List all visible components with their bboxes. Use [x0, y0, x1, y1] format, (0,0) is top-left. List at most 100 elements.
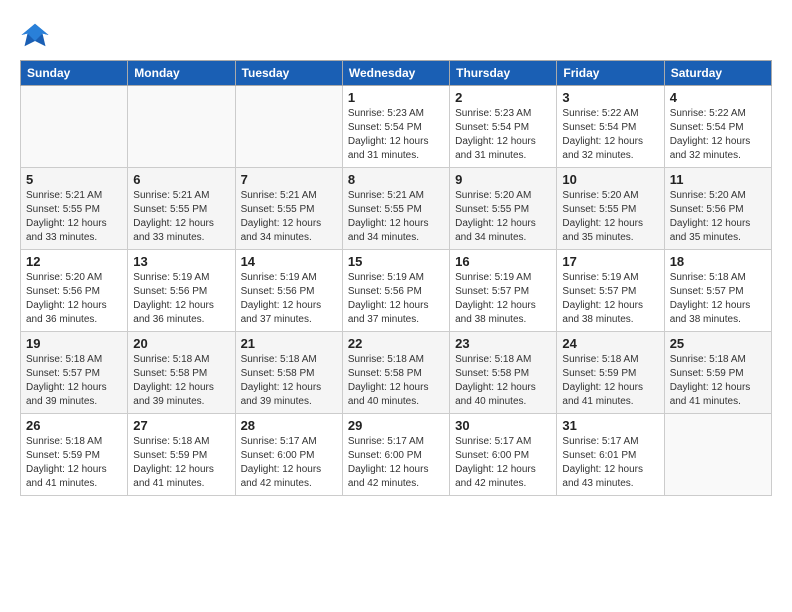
day-info: Sunrise: 5:17 AM Sunset: 6:00 PM Dayligh… — [241, 435, 337, 491]
day-number: 18 — [670, 254, 766, 269]
weekday-header-friday: Friday — [557, 61, 664, 86]
day-info: Sunrise: 5:21 AM Sunset: 5:55 PM Dayligh… — [133, 189, 229, 245]
day-info: Sunrise: 5:18 AM Sunset: 5:58 PM Dayligh… — [133, 353, 229, 409]
calendar-day-22: 22 Sunrise: 5:18 AM Sunset: 5:58 PM Dayli… — [342, 332, 449, 414]
day-number: 15 — [348, 254, 444, 269]
weekday-header-sunday: Sunday — [21, 61, 128, 86]
calendar-day-10: 10Sunrise: 5:20 AM Sunset: 5:55 PM Dayli… — [557, 168, 664, 250]
day-info: Sunrise: 5:18 AM Sunset: 5:58 PM Dayligh… — [455, 353, 551, 409]
weekday-header-monday: Monday — [128, 61, 235, 86]
calendar-week-row: 12Sunrise: 5:20 AM Sunset: 5:56 PM Dayli… — [21, 250, 772, 332]
calendar-day-7: 7 Sunrise: 5:21 AM Sunset: 5:55 PM Daylig… — [235, 168, 342, 250]
calendar-table: SundayMondayTuesdayWednesdayThursdayFrid… — [20, 60, 772, 496]
calendar-day-29: 29 Sunrise: 5:17 AM Sunset: 6:00 PM Dayli… — [342, 414, 449, 496]
day-number: 29 — [348, 418, 444, 433]
calendar-day-4: 4 Sunrise: 5:22 AM Sunset: 5:54 PM Daylig… — [664, 86, 771, 168]
calendar-day-6: 6 Sunrise: 5:21 AM Sunset: 5:55 PM Daylig… — [128, 168, 235, 250]
day-number: 2 — [455, 90, 551, 105]
weekday-header-thursday: Thursday — [450, 61, 557, 86]
day-info: Sunrise: 5:17 AM Sunset: 6:00 PM Dayligh… — [455, 435, 551, 491]
day-number: 1 — [348, 90, 444, 105]
calendar-body: 1 Sunrise: 5:23 AM Sunset: 5:54 PM Daylig… — [21, 86, 772, 496]
day-info: Sunrise: 5:20 AM Sunset: 5:55 PM Dayligh… — [455, 189, 551, 245]
logo — [20, 20, 54, 50]
calendar-day-28: 28 Sunrise: 5:17 AM Sunset: 6:00 PM Dayli… — [235, 414, 342, 496]
calendar-week-row: 5Sunrise: 5:21 AM Sunset: 5:55 PM Daylig… — [21, 168, 772, 250]
day-info: Sunrise: 5:20 AM Sunset: 5:56 PM Dayligh… — [670, 189, 766, 245]
day-number: 25 — [670, 336, 766, 351]
day-info: Sunrise: 5:19 AM Sunset: 5:57 PM Dayligh… — [562, 271, 658, 327]
calendar-day-13: 13Sunrise: 5:19 AM Sunset: 5:56 PM Dayli… — [128, 250, 235, 332]
day-info: Sunrise: 5:18 AM Sunset: 5:58 PM Dayligh… — [241, 353, 337, 409]
calendar-day-31: 31 Sunrise: 5:17 AM Sunset: 6:01 PM Dayli… — [557, 414, 664, 496]
day-info: Sunrise: 5:22 AM Sunset: 5:54 PM Dayligh… — [562, 107, 658, 163]
day-info: Sunrise: 5:18 AM Sunset: 5:59 PM Dayligh… — [670, 353, 766, 409]
calendar-day-8: 8 Sunrise: 5:21 AM Sunset: 5:55 PM Daylig… — [342, 168, 449, 250]
day-number: 9 — [455, 172, 551, 187]
day-number: 8 — [348, 172, 444, 187]
day-info: Sunrise: 5:21 AM Sunset: 5:55 PM Dayligh… — [348, 189, 444, 245]
day-number: 12 — [26, 254, 122, 269]
day-number: 24 — [562, 336, 658, 351]
calendar-day-11: 11Sunrise: 5:20 AM Sunset: 5:56 PM Dayli… — [664, 168, 771, 250]
calendar-day-17: 17 Sunrise: 5:19 AM Sunset: 5:57 PM Dayli… — [557, 250, 664, 332]
day-number: 14 — [241, 254, 337, 269]
calendar-day-15: 15 Sunrise: 5:19 AM Sunset: 5:56 PM Dayli… — [342, 250, 449, 332]
day-info: Sunrise: 5:19 AM Sunset: 5:56 PM Dayligh… — [241, 271, 337, 327]
calendar-day-3: 3 Sunrise: 5:22 AM Sunset: 5:54 PM Daylig… — [557, 86, 664, 168]
calendar-day-26: 26 Sunrise: 5:18 AM Sunset: 5:59 PM Dayli… — [21, 414, 128, 496]
day-info: Sunrise: 5:19 AM Sunset: 5:56 PM Dayligh… — [348, 271, 444, 327]
day-number: 27 — [133, 418, 229, 433]
calendar-day-24: 24 Sunrise: 5:18 AM Sunset: 5:59 PM Dayli… — [557, 332, 664, 414]
day-number: 17 — [562, 254, 658, 269]
day-info: Sunrise: 5:18 AM Sunset: 5:59 PM Dayligh… — [562, 353, 658, 409]
day-number: 28 — [241, 418, 337, 433]
day-number: 7 — [241, 172, 337, 187]
day-info: Sunrise: 5:21 AM Sunset: 5:55 PM Dayligh… — [26, 189, 122, 245]
calendar-day-20: 20 Sunrise: 5:18 AM Sunset: 5:58 PM Dayli… — [128, 332, 235, 414]
day-number: 30 — [455, 418, 551, 433]
day-info: Sunrise: 5:23 AM Sunset: 5:54 PM Dayligh… — [348, 107, 444, 163]
day-info: Sunrise: 5:17 AM Sunset: 6:00 PM Dayligh… — [348, 435, 444, 491]
day-info: Sunrise: 5:17 AM Sunset: 6:01 PM Dayligh… — [562, 435, 658, 491]
calendar-day-9: 9 Sunrise: 5:20 AM Sunset: 5:55 PM Daylig… — [450, 168, 557, 250]
calendar-week-row: 26 Sunrise: 5:18 AM Sunset: 5:59 PM Dayli… — [21, 414, 772, 496]
calendar-week-row: 19 Sunrise: 5:18 AM Sunset: 5:57 PM Dayli… — [21, 332, 772, 414]
calendar-day-1: 1 Sunrise: 5:23 AM Sunset: 5:54 PM Daylig… — [342, 86, 449, 168]
day-number: 26 — [26, 418, 122, 433]
calendar-header: SundayMondayTuesdayWednesdayThursdayFrid… — [21, 61, 772, 86]
calendar-day-2: 2Sunrise: 5:23 AM Sunset: 5:54 PM Daylig… — [450, 86, 557, 168]
day-number: 20 — [133, 336, 229, 351]
day-info: Sunrise: 5:18 AM Sunset: 5:59 PM Dayligh… — [133, 435, 229, 491]
day-number: 31 — [562, 418, 658, 433]
day-number: 22 — [348, 336, 444, 351]
day-info: Sunrise: 5:18 AM Sunset: 5:58 PM Dayligh… — [348, 353, 444, 409]
day-number: 19 — [26, 336, 122, 351]
day-number: 10 — [562, 172, 658, 187]
day-info: Sunrise: 5:18 AM Sunset: 5:57 PM Dayligh… — [670, 271, 766, 327]
calendar-day-25: 25 Sunrise: 5:18 AM Sunset: 5:59 PM Dayli… — [664, 332, 771, 414]
weekday-header-wednesday: Wednesday — [342, 61, 449, 86]
calendar-week-row: 1 Sunrise: 5:23 AM Sunset: 5:54 PM Daylig… — [21, 86, 772, 168]
day-info: Sunrise: 5:22 AM Sunset: 5:54 PM Dayligh… — [670, 107, 766, 163]
calendar-day-12: 12Sunrise: 5:20 AM Sunset: 5:56 PM Dayli… — [21, 250, 128, 332]
calendar-day-19: 19 Sunrise: 5:18 AM Sunset: 5:57 PM Dayli… — [21, 332, 128, 414]
calendar-empty-cell — [21, 86, 128, 168]
calendar-day-21: 21 Sunrise: 5:18 AM Sunset: 5:58 PM Dayli… — [235, 332, 342, 414]
day-info: Sunrise: 5:21 AM Sunset: 5:55 PM Dayligh… — [241, 189, 337, 245]
day-number: 4 — [670, 90, 766, 105]
calendar-day-14: 14 Sunrise: 5:19 AM Sunset: 5:56 PM Dayli… — [235, 250, 342, 332]
day-number: 16 — [455, 254, 551, 269]
calendar-day-16: 16Sunrise: 5:19 AM Sunset: 5:57 PM Dayli… — [450, 250, 557, 332]
day-number: 6 — [133, 172, 229, 187]
day-number: 13 — [133, 254, 229, 269]
calendar-empty-cell — [235, 86, 342, 168]
weekday-header-row: SundayMondayTuesdayWednesdayThursdayFrid… — [21, 61, 772, 86]
day-number: 3 — [562, 90, 658, 105]
logo-icon — [20, 20, 50, 50]
calendar-day-23: 23Sunrise: 5:18 AM Sunset: 5:58 PM Dayli… — [450, 332, 557, 414]
day-info: Sunrise: 5:18 AM Sunset: 5:59 PM Dayligh… — [26, 435, 122, 491]
day-info: Sunrise: 5:18 AM Sunset: 5:57 PM Dayligh… — [26, 353, 122, 409]
weekday-header-tuesday: Tuesday — [235, 61, 342, 86]
day-number: 21 — [241, 336, 337, 351]
